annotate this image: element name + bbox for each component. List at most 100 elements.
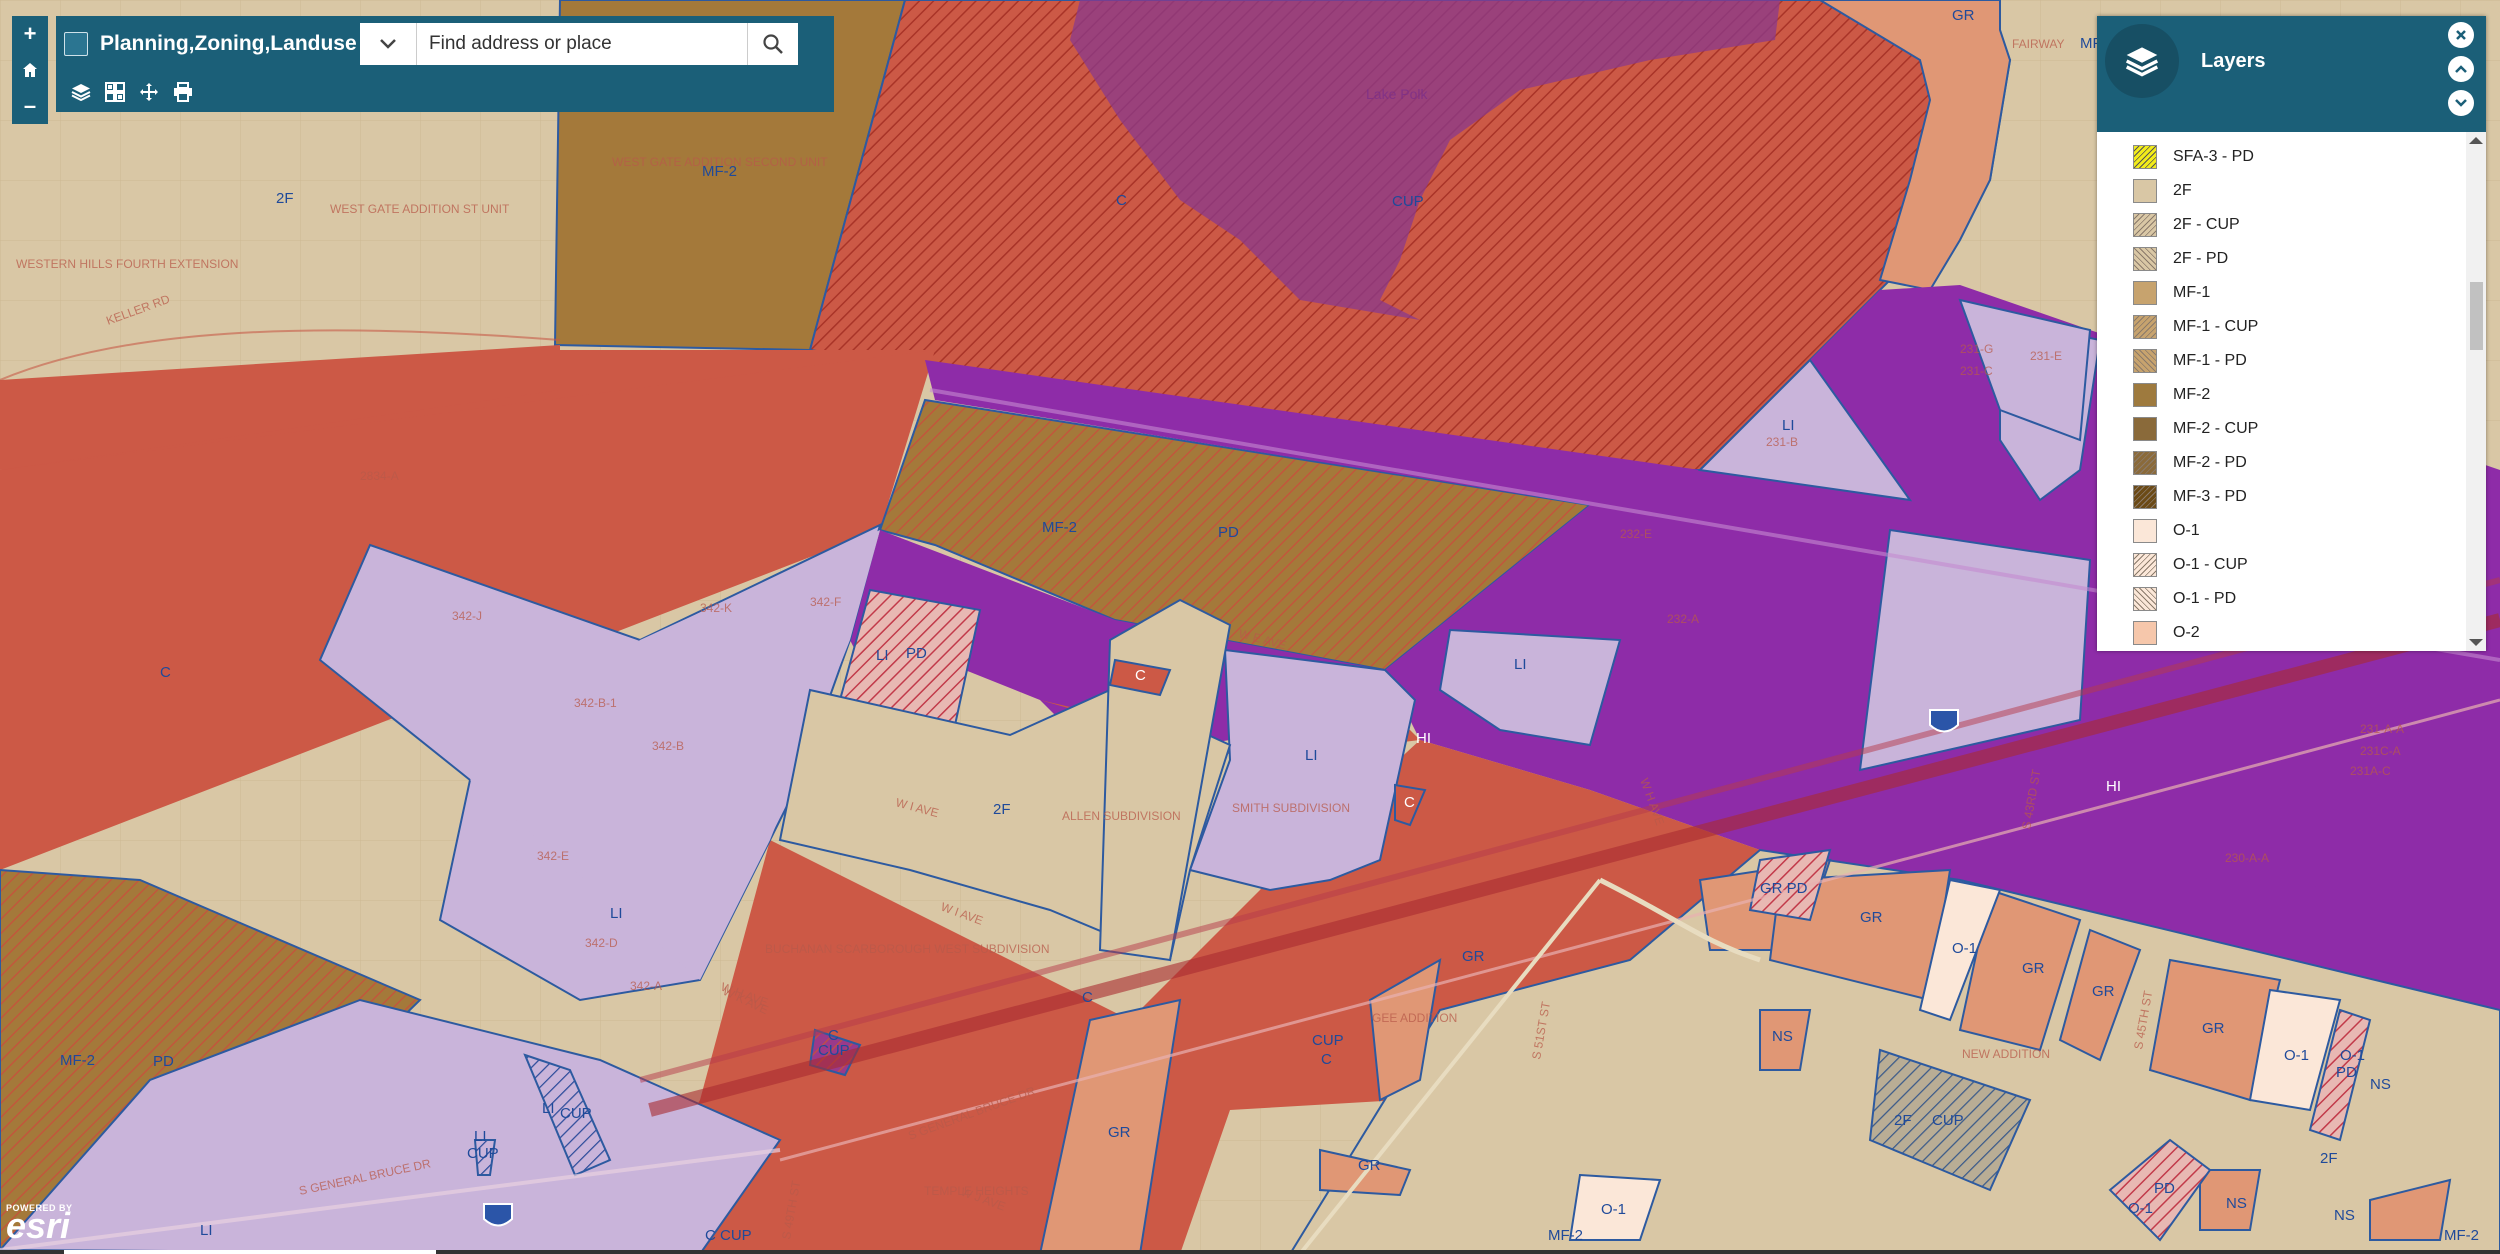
scrollbar-thumb[interactable] [2470,282,2483,350]
pan-button[interactable] [132,76,166,108]
zone-label: GR [2022,960,2045,977]
zone-label: CUP [1392,193,1424,210]
legend-item: 2F - PD [2133,244,2228,274]
home-icon [23,63,37,77]
zone-label: NS [2226,1195,2247,1212]
lake-label: Lake Polk [1366,86,1428,102]
zone-label: C CUP [705,1227,752,1244]
legend-scrollbar[interactable] [2466,132,2486,651]
zone-label: GR [2092,983,2115,1000]
legend-swatch [2133,621,2157,645]
street-label: FAIRWAY [2012,37,2064,51]
zoom-in-button[interactable]: + [12,16,48,52]
legend-swatch [2133,553,2157,577]
zone-label: PD [1218,524,1239,541]
zone-label: LI [1305,747,1318,764]
legend-swatch [2133,179,2157,203]
parcel-label: 342-E [537,849,569,863]
zone-label: O-1 [2284,1047,2309,1064]
layers-icon [71,84,91,101]
search-button[interactable] [747,23,798,65]
zone-label: MF-2 [2444,1227,2479,1244]
zone-label: GR PD [1760,880,1808,897]
legend-swatch [2133,417,2157,441]
parcel-label: 2834-A [360,469,399,483]
chevron-down-icon [2455,99,2467,107]
legend-label: 2F - PD [2173,250,2229,267]
app-title: Planning,Zoning,Landuse [100,32,357,55]
parcel-label: 342-J [452,609,482,623]
esri-logo[interactable]: POWERED BY esri [6,1203,73,1244]
layers-panel: Layers SFA-3 - PD 2F 2F - CUP 2F - PD MF-1 MF… [2097,16,2486,651]
zone-label: 2F [276,190,294,207]
legend-label: O-1 - CUP [2173,556,2248,573]
layers-panel-title: Layers [2201,50,2266,72]
legend-label: MF-2 - PD [2173,454,2247,471]
parcel-label: 232-A [1667,612,1699,626]
zone-label: MF-2 [1548,1227,1583,1244]
legend-swatch [2133,281,2157,305]
zone-label: MF-2 [60,1052,95,1069]
zoom-out-button[interactable]: – [12,88,48,124]
basemap-gallery-button[interactable] [98,76,132,108]
expand-panel-button[interactable] [2448,90,2474,116]
zone-label: 2F [2320,1150,2338,1167]
print-button[interactable] [166,76,200,108]
legend-label: MF-1 - CUP [2173,318,2259,335]
pan-icon [140,83,158,101]
parcel-label: 231-G [1960,342,1993,356]
layers-panel-icon [2105,24,2179,98]
zone-label: GR [1108,1124,1131,1141]
street-label: SMITH SUBDIVISION [1232,801,1350,815]
legend-item: MF-1 - PD [2133,346,2247,376]
collapse-panel-button[interactable] [2448,56,2474,82]
street-label: ALLEN SUBDIVISION [1062,809,1181,823]
basemap-gallery-icon [105,82,125,102]
legend-label: O-1 [2173,522,2200,539]
zone-label: LI [610,905,623,922]
legend-item: O-1 [2133,516,2200,546]
legend-item: MF-1 - CUP [2133,312,2258,342]
scroll-down-arrow-icon[interactable] [2469,639,2483,646]
legend-label: O-1 - PD [2173,590,2237,607]
legend-item: 2F - CUP [2133,210,2240,240]
legend-item: SFA-3 - PD [2133,142,2254,172]
chevron-down-icon [380,39,396,49]
scroll-up-arrow-icon[interactable] [2469,137,2483,144]
home-button[interactable] [12,52,48,88]
chevron-up-icon [2455,65,2467,73]
parcel-label: 231C-A [2360,744,2401,758]
legend-item: MF-1 [2133,278,2210,308]
parcel-label: 231-C [1960,364,1993,378]
close-panel-button[interactable] [2448,22,2474,48]
search-source-dropdown[interactable] [360,23,417,65]
street-label: WEST GATE ADDITION SECOND UNIT [612,155,828,169]
search-input[interactable] [417,23,747,65]
interstate-shield-icon [1929,709,1959,733]
zone-label: MF-2 [1042,519,1077,536]
toolbar [56,72,834,112]
zone-label: NS [2334,1207,2355,1224]
legend-item: O-2 [2133,618,2200,648]
zone-label: GR [1952,7,1975,24]
layers-button[interactable] [64,76,98,108]
legend-label: 2F [2173,182,2192,199]
street-label: BUCHANAN SCARBOROUGH WEST SUBDIVISION [765,942,1049,956]
zone-label: C [1135,667,1146,684]
legend-label: MF-2 - CUP [2173,420,2259,437]
zone-label: GR [2202,1020,2225,1037]
print-icon [174,82,192,102]
zone-label: CUP [818,1042,850,1059]
zone-label: O-1 [2128,1200,2153,1217]
zone-label: C [160,664,171,681]
zone-label: GR [1358,1157,1381,1174]
zone-label: 2F [1894,1112,1912,1129]
zone-label: PD [153,1053,174,1070]
zone-label: HI [1416,730,1431,747]
parcel-label: 342-F [810,595,841,609]
search-box [360,23,798,65]
parcel-label: 230-A-A [2225,851,2269,865]
legend-swatch [2133,349,2157,373]
legend-label: MF-3 - PD [2173,488,2247,505]
legend-swatch [2133,383,2157,407]
